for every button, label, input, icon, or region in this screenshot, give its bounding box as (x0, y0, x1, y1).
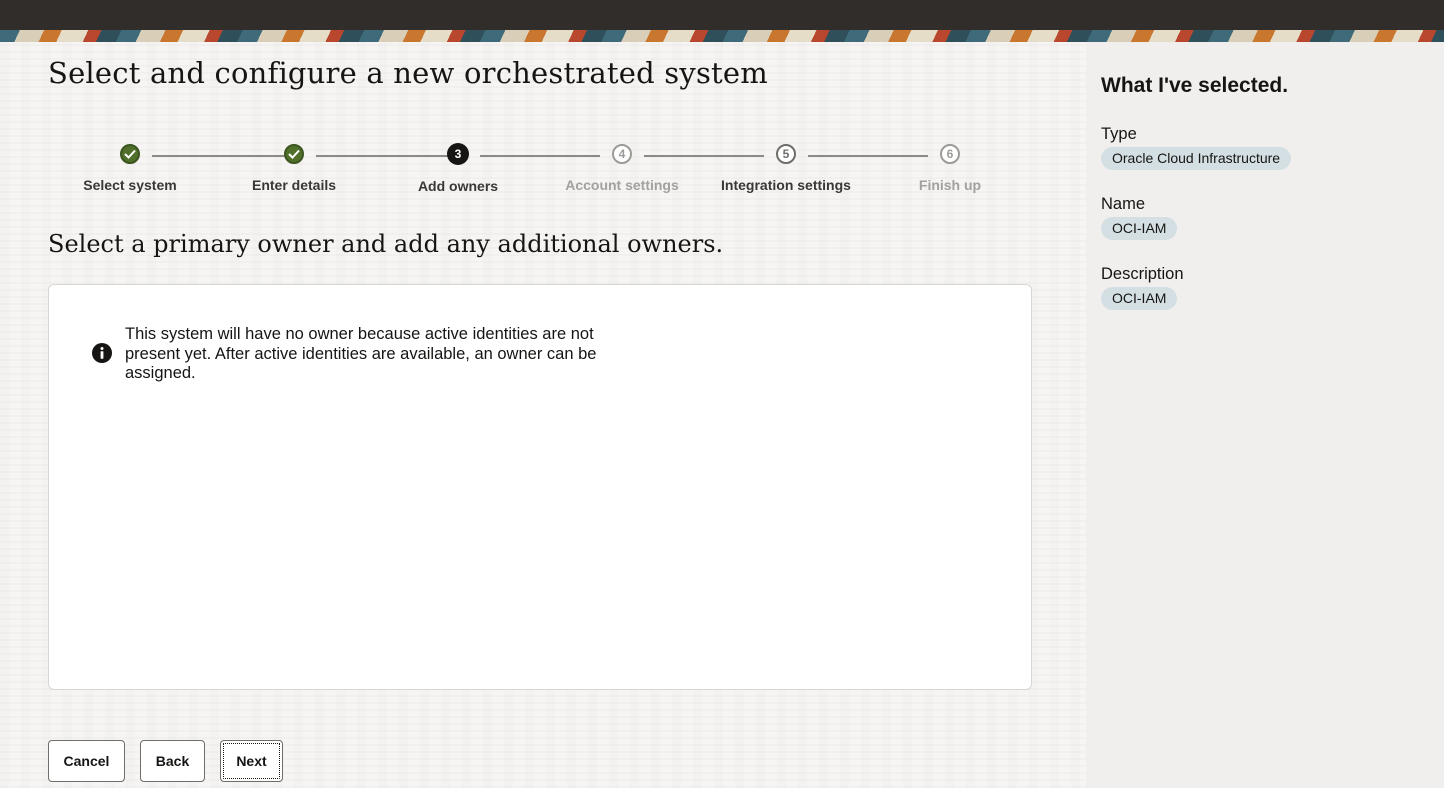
step-label: Select system (83, 177, 177, 193)
step-label: Enter details (251, 177, 337, 193)
main-content: Select and configure a new orchestrated … (0, 42, 1086, 788)
type-value-chip: Oracle Cloud Infrastructure (1101, 147, 1292, 170)
decorative-banner (0, 30, 1444, 42)
next-button[interactable]: Next (220, 740, 283, 782)
section-title: Select a primary owner and add any addit… (48, 230, 724, 258)
sidebar-title: What I've selected. (1101, 74, 1289, 97)
type-label: Type (1101, 125, 1137, 143)
step-account-settings: 4 Account settings (540, 144, 704, 193)
step-number: 6 (940, 144, 960, 164)
step-add-owners[interactable]: 3 Add owners (376, 143, 540, 194)
step-number: 3 (447, 143, 469, 165)
name-value-chip: OCI-IAM (1101, 217, 1178, 240)
description-value-chip: OCI-IAM (1101, 287, 1178, 310)
step-integration-settings[interactable]: 5 Integration settings (704, 144, 868, 193)
step-number: 5 (776, 144, 796, 164)
info-message: This system will have no owner because a… (125, 325, 597, 382)
name-label: Name (1101, 195, 1146, 213)
check-icon (284, 144, 304, 164)
top-bar (0, 0, 1444, 30)
step-label: Integration settings (721, 177, 851, 193)
step-select-system[interactable]: Select system (48, 144, 212, 193)
owners-panel: This system will have no owner because a… (48, 284, 1032, 690)
train-steps: Select system Enter details 3 Add owners… (48, 142, 1032, 202)
step-enter-details[interactable]: Enter details (212, 144, 376, 193)
step-finish-up: 6 Finish up (868, 144, 1032, 193)
selection-summary-sidebar: What I've selected. Type Oracle Cloud In… (1086, 42, 1444, 788)
check-icon (120, 144, 140, 164)
page-title: Select and configure a new orchestrated … (48, 56, 768, 90)
step-label: Account settings (565, 177, 679, 193)
cancel-button[interactable]: Cancel (48, 740, 125, 782)
back-button[interactable]: Back (140, 740, 205, 782)
info-icon (92, 343, 112, 363)
step-label: Add owners (417, 178, 499, 194)
step-label: Finish up (918, 177, 982, 193)
description-label: Description (1101, 265, 1184, 283)
step-number: 4 (612, 144, 632, 164)
